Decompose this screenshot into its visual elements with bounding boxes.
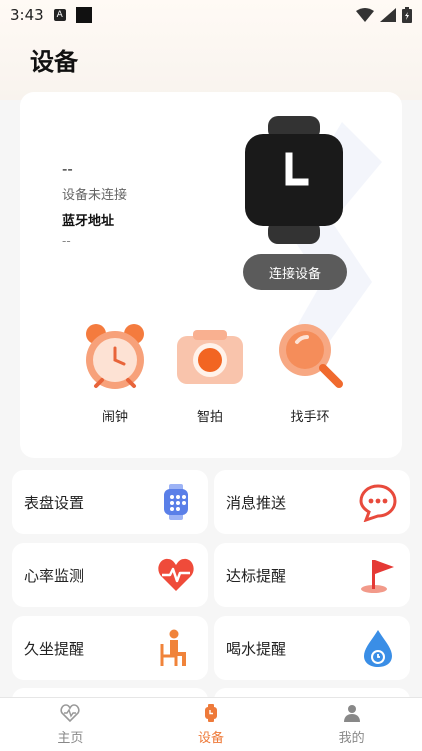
tile-label: 喝水提醒 xyxy=(226,639,287,658)
quick-action-alarm[interactable]: 闹钟 xyxy=(72,320,158,425)
connect-device-button[interactable]: 连接设备 xyxy=(243,254,347,290)
tab-device[interactable]: 设备 xyxy=(141,698,282,751)
quick-action-camera[interactable]: 智拍 xyxy=(167,320,253,425)
sedentary-reminder-tile[interactable]: 久坐提醒 xyxy=(12,616,208,680)
flag-icon xyxy=(361,560,394,593)
message-push-tile[interactable]: 消息推送 xyxy=(214,470,410,534)
status-time: 3:43 xyxy=(10,6,44,24)
goal-reminder-tile[interactable]: 达标提醒 xyxy=(214,543,410,607)
tab-label: 我的 xyxy=(338,731,365,746)
device-card: -- 设备未连接 蓝牙地址 -- 连接设备 闹钟 智拍 找手环 xyxy=(20,92,402,458)
tab-label: 主页 xyxy=(57,731,84,746)
wifi-icon xyxy=(356,8,374,22)
tile-label: 消息推送 xyxy=(226,493,287,512)
tile-label: 表盘设置 xyxy=(24,493,85,512)
bluetooth-address-value: -- xyxy=(62,234,71,248)
tab-home[interactable]: 主页 xyxy=(0,698,141,751)
quick-action-find-band[interactable]: 找手环 xyxy=(267,320,353,425)
magnifier-icon xyxy=(279,324,343,388)
notification-square-icon xyxy=(75,7,92,23)
drink-water-reminder-tile[interactable]: 喝水提醒 xyxy=(214,616,410,680)
heart-rate-icon xyxy=(158,558,194,591)
device-name: -- xyxy=(62,160,73,178)
tab-label: 设备 xyxy=(198,731,225,746)
watch-face-icon xyxy=(164,484,188,520)
bluetooth-address-label: 蓝牙地址 xyxy=(62,214,115,229)
notification-a-icon: A xyxy=(53,9,66,21)
quick-action-label: 闹钟 xyxy=(101,410,128,425)
camera-icon xyxy=(177,330,243,384)
tile-label: 久坐提醒 xyxy=(24,639,85,658)
signal-icon xyxy=(380,8,396,22)
quick-action-label: 智拍 xyxy=(196,410,223,425)
watch-face-settings-tile[interactable]: 表盘设置 xyxy=(12,470,208,534)
quick-action-label: 找手环 xyxy=(290,410,330,425)
alarm-clock-icon xyxy=(86,324,144,389)
water-drop-icon xyxy=(364,630,392,667)
status-bar: 3:43 A xyxy=(0,0,422,30)
heart-rate-monitor-tile[interactable]: 心率监测 xyxy=(12,543,208,607)
device-watch-icon xyxy=(205,704,217,722)
bottom-tab-bar: 主页 设备 我的 xyxy=(0,697,422,751)
tile-label: 达标提醒 xyxy=(226,566,287,585)
message-bubble-icon xyxy=(359,484,397,522)
watch-icon xyxy=(245,116,343,244)
tile-label: 心率监测 xyxy=(24,566,85,585)
profile-icon xyxy=(343,705,360,722)
tab-profile[interactable]: 我的 xyxy=(281,698,422,751)
page-title: 设备 xyxy=(30,48,78,76)
status-left: 3:43 A xyxy=(10,6,92,24)
battery-icon xyxy=(402,7,412,23)
home-heart-icon xyxy=(60,704,80,723)
device-status: 设备未连接 xyxy=(62,188,128,203)
status-right xyxy=(356,7,412,23)
sitting-person-icon xyxy=(160,629,186,666)
